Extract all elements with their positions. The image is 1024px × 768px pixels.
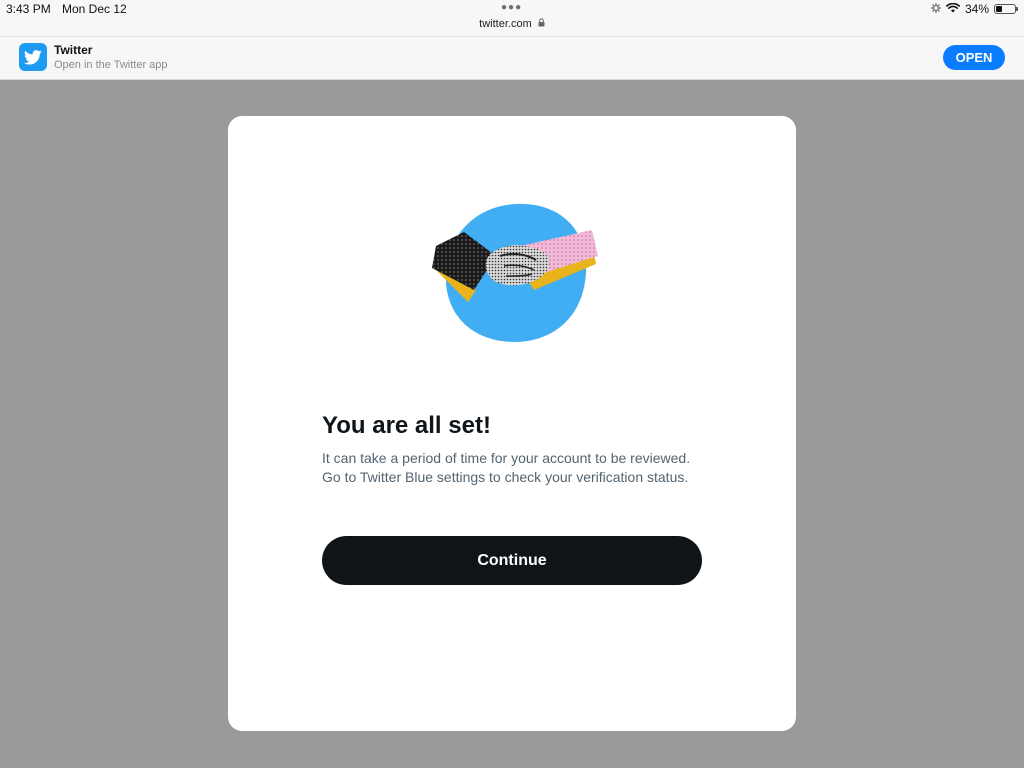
modal-title: You are all set!	[322, 412, 491, 439]
continue-button[interactable]: Continue	[322, 536, 702, 585]
app-name: Twitter	[54, 43, 93, 57]
address-bar[interactable]: twitter.com	[0, 18, 1024, 30]
app-banner[interactable]: Twitter Open in the Twitter app OPEN	[0, 36, 1024, 80]
url-text: twitter.com	[479, 18, 532, 30]
status-bar: 3:43 PM Mon Dec 12 ●●● twitter.com 34%	[0, 0, 1024, 36]
status-time: 3:43 PM	[6, 2, 51, 16]
modal-description: It can take a period of time for your ac…	[322, 450, 691, 485]
battery-level	[996, 6, 1002, 12]
handshake-illustration	[432, 203, 598, 342]
more-dots-icon[interactable]: ●●●	[501, 3, 522, 13]
status-date: Mon Dec 12	[62, 2, 127, 16]
wifi-icon	[945, 2, 960, 16]
confirmation-modal: You are all set! It can take a period of…	[228, 116, 796, 731]
status-indicators: 34%	[931, 2, 1018, 16]
app-subtitle: Open in the Twitter app	[54, 59, 168, 71]
battery-percent: 34%	[964, 2, 989, 16]
activity-icon	[931, 2, 941, 16]
open-app-button[interactable]: OPEN	[943, 45, 1005, 70]
lock-icon	[538, 18, 545, 30]
battery-icon	[994, 4, 1018, 14]
twitter-bird-icon	[19, 43, 47, 71]
